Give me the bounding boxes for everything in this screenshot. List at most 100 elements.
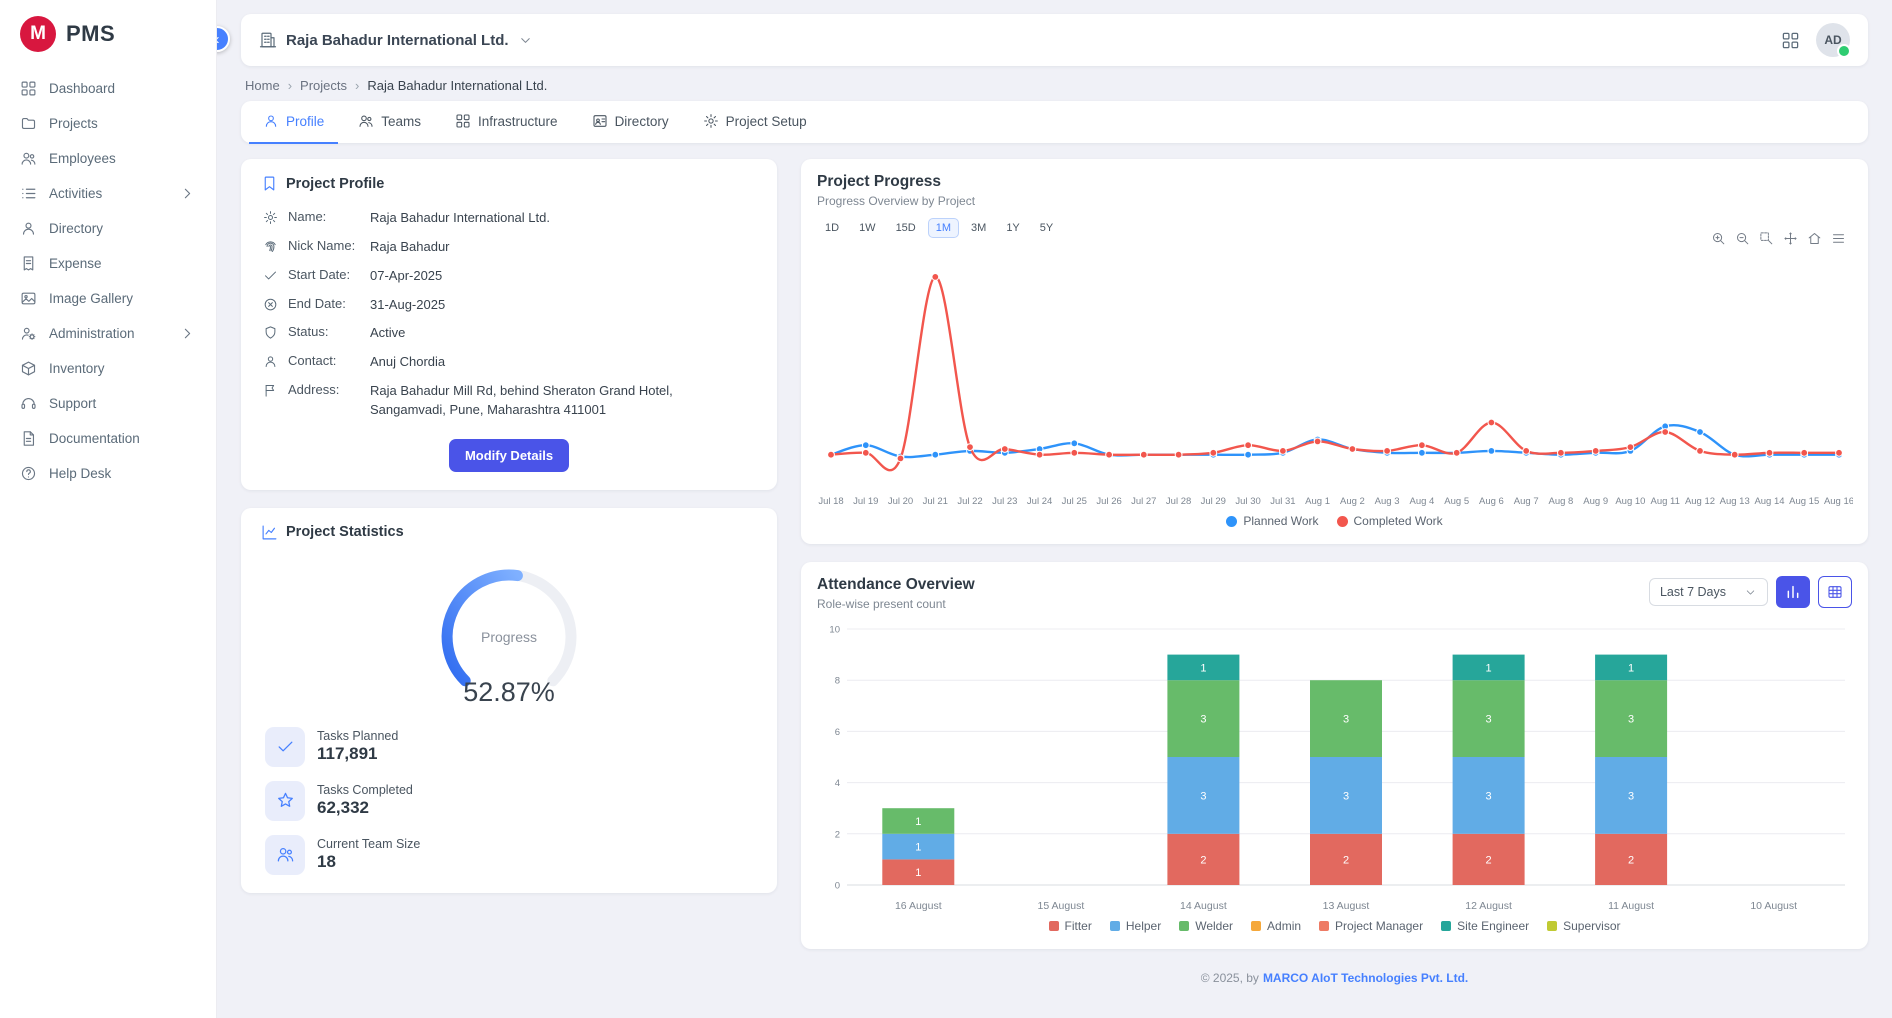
svg-text:1: 1	[1200, 662, 1206, 674]
range-1m-button[interactable]: 1M	[928, 218, 959, 238]
legend-site-engineer[interactable]: Site Engineer	[1441, 919, 1529, 933]
project-progress-chart[interactable]: Jul 18Jul 19Jul 20Jul 21Jul 22Jul 23Jul …	[817, 240, 1853, 512]
range-3m-button[interactable]: 3M	[963, 218, 994, 238]
svg-text:Aug 8: Aug 8	[1548, 496, 1573, 507]
profile-field-name: Name:Raja Bahadur International Ltd.	[261, 204, 757, 233]
stat-label: Tasks Planned	[317, 729, 398, 743]
sidebar-item-documentation[interactable]: Documentation	[10, 422, 206, 455]
star-icon	[276, 791, 295, 810]
grid-apps-icon	[1781, 31, 1800, 50]
tab-teams[interactable]: Teams	[344, 100, 435, 144]
legend-marker	[1441, 921, 1451, 931]
legend-welder[interactable]: Welder	[1179, 919, 1233, 933]
range-1d-button[interactable]: 1D	[817, 218, 847, 238]
svg-text:2: 2	[1486, 854, 1492, 866]
sidebar-item-image-gallery[interactable]: Image Gallery	[10, 282, 206, 315]
project-statistics-card: Project Statistics Progress52.87% Tasks …	[241, 508, 777, 893]
view-toggles	[1776, 576, 1852, 608]
legend-admin[interactable]: Admin	[1251, 919, 1301, 933]
range-1w-button[interactable]: 1W	[851, 218, 884, 238]
apps-grid-button[interactable]	[1781, 31, 1800, 50]
home-button[interactable]	[1807, 231, 1822, 246]
legend-marker	[1251, 921, 1261, 931]
zoom-out-button[interactable]	[1735, 231, 1750, 246]
bar-view-toggle-button[interactable]	[1776, 576, 1810, 608]
sidebar-item-directory[interactable]: Directory	[10, 212, 206, 245]
zoom-in-button[interactable]	[1711, 231, 1726, 246]
svg-text:2: 2	[835, 829, 840, 840]
menu-button[interactable]	[1831, 231, 1846, 246]
svg-text:Jul 21: Jul 21	[923, 496, 948, 507]
field-value: Active	[370, 324, 405, 343]
user-avatar[interactable]: AD	[1816, 23, 1850, 57]
tab-directory[interactable]: Directory	[578, 100, 683, 144]
legend-completed-work[interactable]: Completed Work	[1337, 514, 1443, 528]
sidebar-item-label: Administration	[49, 326, 167, 341]
online-status-dot	[1837, 44, 1851, 58]
svg-text:3: 3	[1200, 714, 1206, 726]
directory-icon	[20, 220, 37, 237]
selection-zoom-button[interactable]	[1759, 231, 1774, 246]
documentation-icon	[20, 430, 37, 447]
svg-text:2: 2	[1628, 854, 1634, 866]
chevron-right-icon	[179, 185, 196, 202]
range-5y-button[interactable]: 5Y	[1032, 218, 1061, 238]
modify-details-button[interactable]: Modify Details	[449, 439, 569, 472]
sidebar-item-employees[interactable]: Employees	[10, 142, 206, 175]
company-selector[interactable]: Raja Bahadur International Ltd.	[259, 31, 533, 49]
expense-icon	[20, 255, 37, 272]
svg-text:1: 1	[915, 816, 921, 828]
range-1y-button[interactable]: 1Y	[998, 218, 1027, 238]
range-selector: 1D1W15D1M3M1Y5Y	[817, 218, 1852, 238]
employees-icon	[20, 150, 37, 167]
sidebar-item-inventory[interactable]: Inventory	[10, 352, 206, 385]
bookmark-icon	[261, 175, 278, 192]
line-chart-legend: Planned Work Completed Work	[817, 512, 1852, 532]
tab-project-setup[interactable]: Project Setup	[689, 100, 821, 144]
svg-text:Jul 29: Jul 29	[1201, 496, 1226, 507]
field-value: Anuj Chordia	[370, 353, 445, 372]
breadcrumb-item-home[interactable]: Home	[245, 78, 280, 93]
svg-text:Aug 3: Aug 3	[1375, 496, 1400, 507]
svg-text:Aug 7: Aug 7	[1514, 496, 1539, 507]
tab-label: Profile	[286, 114, 324, 129]
range-15d-button[interactable]: 15D	[888, 218, 924, 238]
sidebar-item-support[interactable]: Support	[10, 387, 206, 420]
tab-infrastructure[interactable]: Infrastructure	[441, 100, 572, 144]
svg-text:Jul 26: Jul 26	[1096, 496, 1121, 507]
footer-link[interactable]: MARCO AIoT Technologies Pvt. Ltd.	[1263, 971, 1468, 985]
attendance-range-select[interactable]: Last 7 Days	[1649, 578, 1768, 606]
breadcrumb-item-raja-bahadur-international-ltd[interactable]: Raja Bahadur International Ltd.	[367, 78, 547, 93]
app-root: M PMS DashboardProjectsEmployeesActiviti…	[0, 0, 1892, 1018]
table-view-toggle-button[interactable]	[1818, 576, 1852, 608]
field-label: Nick Name:	[288, 238, 360, 253]
gear-icon	[703, 113, 719, 129]
sidebar-item-projects[interactable]: Projects	[10, 107, 206, 140]
legend-fitter[interactable]: Fitter	[1049, 919, 1092, 933]
people-icon	[358, 113, 374, 129]
sidebar-collapse-button[interactable]: ‹	[217, 26, 230, 52]
legend-planned-work[interactable]: Planned Work	[1226, 514, 1318, 528]
pan-button[interactable]	[1783, 231, 1798, 246]
attendance-chart[interactable]: 024681016 August11115 August14 August233…	[817, 617, 1853, 917]
sidebar-item-expense[interactable]: Expense	[10, 247, 206, 280]
breadcrumb-item-projects[interactable]: Projects	[300, 78, 347, 93]
svg-text:Jul 27: Jul 27	[1131, 496, 1156, 507]
attendance-card-title: Attendance Overview	[817, 576, 975, 594]
legend-helper[interactable]: Helper	[1110, 919, 1161, 933]
sidebar-item-help-desk[interactable]: Help Desk	[10, 457, 206, 490]
statistics-card-header: Project Statistics	[261, 524, 757, 541]
legend-supervisor[interactable]: Supervisor	[1547, 919, 1620, 933]
svg-text:1: 1	[1628, 662, 1634, 674]
tab-profile[interactable]: Profile	[249, 100, 338, 144]
sidebar-item-dashboard[interactable]: Dashboard	[10, 72, 206, 105]
stat-value: 62,332	[317, 798, 413, 818]
legend-project-manager[interactable]: Project Manager	[1319, 919, 1423, 933]
field-value: Raja Bahadur Mill Rd, behind Sheraton Gr…	[370, 382, 720, 420]
app-logo[interactable]: M PMS	[0, 0, 216, 66]
sidebar-item-label: Support	[49, 396, 196, 411]
sidebar-item-activities[interactable]: Activities	[10, 177, 206, 210]
tab-label: Directory	[615, 114, 669, 129]
legend-label: Welder	[1195, 919, 1233, 933]
sidebar-item-administration[interactable]: Administration	[10, 317, 206, 350]
